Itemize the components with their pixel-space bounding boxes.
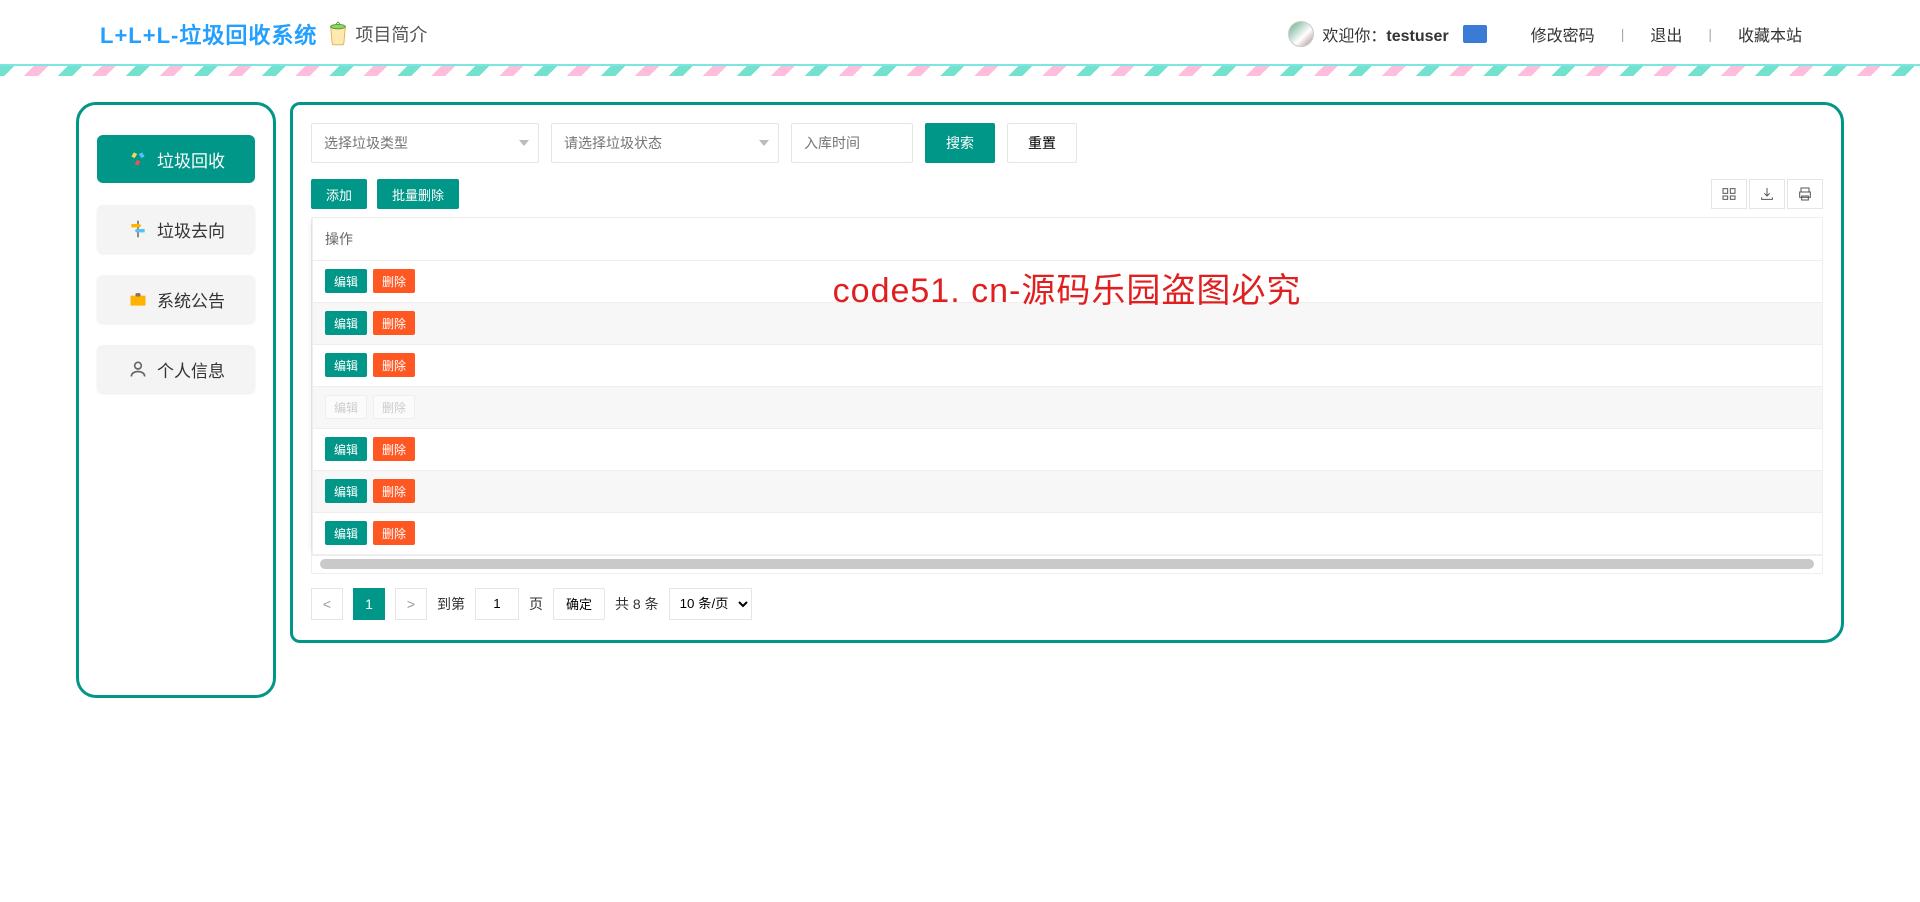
status-select[interactable] <box>551 123 779 163</box>
type-select[interactable] <box>311 123 539 163</box>
print-icon[interactable] <box>1787 179 1823 209</box>
project-intro-link[interactable]: 项目简介 <box>355 21 427 47</box>
goto-confirm-button[interactable]: 确定 <box>553 588 605 620</box>
batch-delete-button[interactable]: 批量删除 <box>377 179 459 209</box>
sidebar-item-label: 个人信息 <box>157 357 225 382</box>
op-row: 编辑删除 <box>313 344 1823 386</box>
sidebar-item-direction[interactable]: 垃圾去向 <box>97 205 255 253</box>
delete-button[interactable]: 删除 <box>373 437 415 461</box>
signpost-icon <box>127 218 149 240</box>
pagination: < 1 > 到第 页 确定 共 8 条 10 条/页 <box>311 588 1823 620</box>
edit-button[interactable]: 编辑 <box>325 269 367 293</box>
separator: | <box>1621 26 1625 42</box>
goto-prefix: 到第 <box>437 594 465 614</box>
edit-button[interactable]: 编辑 <box>325 437 367 461</box>
col-header-op: 操作 <box>313 218 1823 260</box>
divider-stripe <box>0 64 1920 76</box>
logout-link[interactable]: 退出 <box>1632 22 1700 46</box>
next-page-button[interactable]: > <box>395 588 427 620</box>
op-fixed-column: 操作 编辑删除编辑删除编辑删除编辑删除编辑删除编辑删除编辑删除 <box>312 218 1822 555</box>
recycle-icon <box>127 148 149 170</box>
delete-button[interactable]: 删除 <box>373 311 415 335</box>
delete-button: 删除 <box>373 395 415 419</box>
edit-button[interactable]: 编辑 <box>325 311 367 335</box>
prev-page-button[interactable]: < <box>311 588 343 620</box>
reset-button[interactable]: 重置 <box>1007 123 1077 163</box>
op-row: 编辑删除 <box>313 512 1823 554</box>
id-card-icon <box>1463 25 1487 43</box>
delete-button[interactable]: 删除 <box>373 479 415 503</box>
avatar[interactable] <box>1288 21 1314 47</box>
edit-button: 编辑 <box>325 395 367 419</box>
recycle-bin-icon <box>327 20 349 48</box>
status-select-input[interactable] <box>551 123 779 163</box>
type-select-input[interactable] <box>311 123 539 163</box>
page-size-select[interactable]: 10 条/页 <box>669 588 752 620</box>
total-count: 共 8 条 <box>615 594 659 614</box>
welcome-text: 欢迎你：testuser <box>1322 22 1448 46</box>
search-button[interactable]: 搜索 <box>925 123 995 163</box>
time-input[interactable] <box>791 123 913 163</box>
change-password-link[interactable]: 修改密码 <box>1513 22 1613 46</box>
columns-icon[interactable] <box>1711 179 1747 209</box>
briefcase-icon <box>127 288 149 310</box>
delete-button[interactable]: 删除 <box>373 521 415 545</box>
add-button[interactable]: 添加 <box>311 179 367 209</box>
sidebar-item-label: 垃圾去向 <box>157 217 225 242</box>
user-icon <box>127 358 149 380</box>
edit-button[interactable]: 编辑 <box>325 353 367 377</box>
page-number[interactable]: 1 <box>353 588 385 620</box>
op-row: 编辑删除 <box>313 302 1823 344</box>
sidebar-item-notice[interactable]: 系统公告 <box>97 275 255 323</box>
content-panel: 搜索 重置 添加 批量删除 ID 垃圾类型 重量 状态 <box>290 102 1844 643</box>
op-row: 编辑删除 <box>313 260 1823 302</box>
goto-input[interactable] <box>475 588 519 620</box>
goto-suffix: 页 <box>529 594 543 614</box>
separator: | <box>1708 26 1712 42</box>
sidebar-item-profile[interactable]: 个人信息 <box>97 345 255 393</box>
site-logo-text: L+L+L-垃圾回收系统 <box>100 18 317 50</box>
op-row: 编辑删除 <box>313 386 1823 428</box>
edit-button[interactable]: 编辑 <box>325 521 367 545</box>
data-table-wrap: ID 垃圾类型 重量 状态 来源 入库时间 6可回收垃圾1出库易拉罐2022-0… <box>311 217 1823 574</box>
sidebar-item-recycle[interactable]: 垃圾回收 <box>97 135 255 183</box>
sidebar-item-label: 垃圾回收 <box>157 147 225 172</box>
horizontal-scrollbar[interactable] <box>312 555 1822 573</box>
favorite-link[interactable]: 收藏本站 <box>1720 22 1820 46</box>
delete-button[interactable]: 删除 <box>373 269 415 293</box>
sidebar-item-label: 系统公告 <box>157 287 225 312</box>
chevron-down-icon <box>759 140 769 146</box>
edit-button[interactable]: 编辑 <box>325 479 367 503</box>
export-icon[interactable] <box>1749 179 1785 209</box>
op-row: 编辑删除 <box>313 428 1823 470</box>
op-row: 编辑删除 <box>313 470 1823 512</box>
delete-button[interactable]: 删除 <box>373 353 415 377</box>
chevron-down-icon <box>519 140 529 146</box>
sidebar: 垃圾回收 垃圾去向 系统公告 个人信息 <box>76 102 276 698</box>
